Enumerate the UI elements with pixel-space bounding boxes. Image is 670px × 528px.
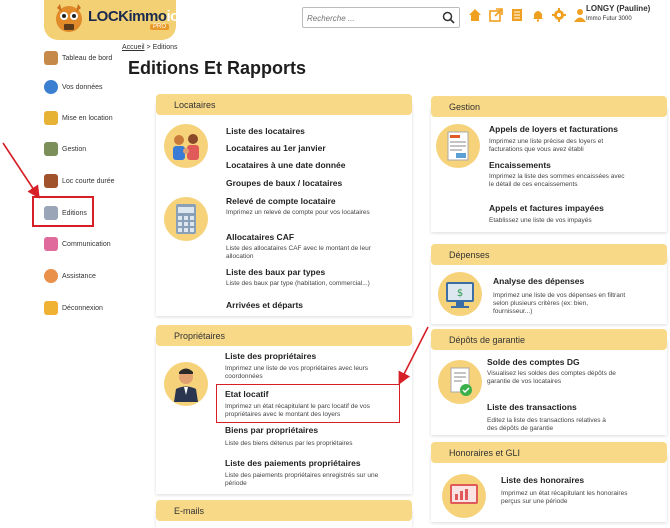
suitcase-icon bbox=[44, 174, 58, 188]
link-encaissements[interactable]: Encaissements bbox=[489, 160, 551, 170]
link-baux-par-types[interactable]: Liste des baux par types bbox=[226, 267, 325, 277]
mascot-icon bbox=[56, 4, 82, 32]
sidebar-item-gestion[interactable]: Gestion bbox=[44, 142, 86, 156]
fees-illustration-icon bbox=[442, 474, 486, 518]
link-analyse-depenses[interactable]: Analyse des dépenses bbox=[493, 276, 584, 286]
sidebar-item-label: Vos données bbox=[62, 83, 103, 91]
honoraires-header: Honoraires et GLI bbox=[431, 442, 667, 463]
link-allocataires-caf[interactable]: Allocataires CAF bbox=[226, 232, 294, 242]
bell-icon[interactable] bbox=[531, 8, 545, 22]
locataires-header: Locataires bbox=[156, 94, 412, 115]
sidebar-item-deconnexion[interactable]: Déconnexion bbox=[44, 301, 103, 315]
sidebar-item-label: Tableau de bord bbox=[62, 54, 113, 62]
sidebar-item-loc-courte-duree[interactable]: Loc courte durée bbox=[44, 174, 115, 188]
header-icons bbox=[468, 8, 587, 22]
annotation-box-etat-locatif bbox=[216, 384, 400, 423]
sidebar-item-assistance[interactable]: Assistance bbox=[44, 269, 96, 283]
user-info[interactable]: LONGY (Pauline) Immo Futur 3000 bbox=[586, 4, 650, 22]
user-icon[interactable] bbox=[573, 8, 587, 22]
link-appels-loyers[interactable]: Appels de loyers et facturations bbox=[489, 124, 618, 134]
top-header: LOCKimmoio PRO LONGY (Pauline) Immo Futu… bbox=[0, 0, 670, 40]
search-icon[interactable] bbox=[442, 11, 455, 24]
user-name: LONGY (Pauline) bbox=[586, 4, 651, 13]
support-icon bbox=[44, 269, 58, 283]
link-paiements-proprietaires[interactable]: Liste des paiements propriétaires bbox=[225, 458, 361, 468]
document-icon[interactable] bbox=[510, 8, 524, 22]
link-locataires-date[interactable]: Locataires à une date donnée bbox=[226, 160, 346, 170]
link-locataires-1er-janvier[interactable]: Locataires au 1er janvier bbox=[226, 143, 326, 153]
depenses-header: Dépenses bbox=[431, 244, 667, 265]
desc-baux-par-types: Liste des baux par type (habitation, com… bbox=[226, 280, 370, 287]
breadcrumb-current: Editions bbox=[152, 44, 178, 51]
link-liste-locataires[interactable]: Liste des locataires bbox=[226, 126, 305, 136]
logo-badge: PRO bbox=[150, 24, 170, 30]
sidebar-item-label: Mise en location bbox=[62, 114, 113, 122]
breadcrumb-home[interactable]: Accueil bbox=[122, 44, 145, 51]
search-input[interactable] bbox=[303, 9, 433, 28]
page-title: Editions Et Rapports bbox=[128, 58, 307, 78]
chat-icon bbox=[44, 237, 58, 251]
desc-liste-proprietaires: Imprimez une liste de vos propriétaires … bbox=[225, 365, 369, 380]
invoice-illustration-icon bbox=[436, 124, 480, 168]
link-biens-par-proprietaires[interactable]: Biens par propriétaires bbox=[225, 425, 318, 435]
desc-liste-transactions: Editez la liste des transactions relativ… bbox=[487, 417, 606, 432]
gear-icon[interactable] bbox=[552, 8, 566, 22]
expense-analysis-illustration-icon: $ bbox=[438, 272, 482, 316]
external-link-icon[interactable] bbox=[489, 8, 503, 22]
link-solde-comptes-dg[interactable]: Solde des comptes DG bbox=[487, 357, 580, 367]
sidebar-item-label: Loc courte durée bbox=[62, 177, 115, 185]
desc-paiements-proprietaires: Liste des paiements propriétaires enregi… bbox=[225, 472, 379, 487]
dashboard-icon bbox=[44, 51, 58, 65]
sidebar-item-label: Déconnexion bbox=[62, 304, 103, 312]
link-arrivees-departs[interactable]: Arrivées et départs bbox=[226, 300, 303, 310]
breadcrumb-separator: > bbox=[146, 44, 151, 51]
logo[interactable]: LOCKimmoio PRO bbox=[44, 0, 179, 40]
desc-analyse-depenses: Imprimez une liste de vos dépenses en fi… bbox=[493, 292, 626, 315]
link-liste-transactions[interactable]: Liste des transactions bbox=[487, 402, 577, 412]
logo-suffix: io bbox=[166, 8, 180, 25]
sidebar-item-communication[interactable]: Communication bbox=[44, 237, 111, 251]
proprietaires-header: Propriétaires bbox=[156, 325, 412, 346]
logo-text: LOCKimmoio bbox=[88, 8, 179, 25]
search-box bbox=[302, 7, 460, 28]
logout-icon bbox=[44, 301, 58, 315]
gestion-header: Gestion bbox=[431, 96, 667, 117]
management-icon bbox=[44, 142, 58, 156]
desc-encaissements: Imprimez la liste des sommes encaissées … bbox=[489, 173, 625, 188]
home-icon[interactable] bbox=[468, 8, 482, 22]
user-org: Immo Futur 3000 bbox=[586, 16, 632, 22]
sidebar-item-label: Gestion bbox=[62, 145, 87, 153]
sidebar-item-mise-en-location[interactable]: Mise en location bbox=[44, 111, 113, 125]
link-factures-impayees[interactable]: Appels et factures impayées bbox=[489, 203, 604, 213]
desc-factures-impayees: Etablissez une liste de vos impayés bbox=[489, 217, 592, 224]
family-illustration-icon bbox=[164, 124, 208, 168]
owner-illustration-icon bbox=[164, 362, 208, 406]
link-groupes-baux[interactable]: Groupes de baux / locataires bbox=[226, 178, 342, 188]
sidebar-item-label: Assistance bbox=[62, 272, 96, 280]
user-data-icon bbox=[44, 80, 58, 94]
svg-text:$: $ bbox=[457, 288, 463, 299]
breadcrumb: Accueil > Editions bbox=[122, 44, 177, 51]
desc-allocataires-caf: Liste des allocataires CAF avec le monta… bbox=[226, 245, 371, 260]
desc-appels-loyers: Imprimez une liste précise des loyers et… bbox=[489, 138, 604, 153]
arrow-to-editions bbox=[2, 142, 40, 199]
link-releve-compte[interactable]: Relevé de compte locataire bbox=[226, 196, 336, 206]
emails-header: E-mails bbox=[156, 500, 412, 521]
desc-releve-compte: Imprimez un relevé de compte pour vos lo… bbox=[226, 209, 370, 216]
desc-biens-par-proprietaires: Liste des biens détenus par les propriét… bbox=[225, 440, 353, 447]
annotation-box-editions bbox=[32, 196, 94, 227]
desc-solde-comptes-dg: Visualisez les soldes des comptes dépôts… bbox=[487, 370, 616, 385]
calculator-illustration-icon bbox=[164, 197, 208, 241]
sidebar-item-dashboard[interactable]: Tableau de bord bbox=[44, 51, 112, 65]
deposit-illustration-icon bbox=[438, 360, 482, 404]
depots-header: Dépôts de garantie bbox=[431, 329, 667, 350]
link-liste-honoraires[interactable]: Liste des honoraires bbox=[501, 475, 584, 485]
sidebar-item-vos-donnees[interactable]: Vos données bbox=[44, 80, 102, 94]
link-liste-proprietaires[interactable]: Liste des propriétaires bbox=[225, 351, 316, 361]
sidebar-item-label: Communication bbox=[62, 240, 111, 248]
desc-liste-honoraires: Imprimez un état récapitulant les honora… bbox=[501, 490, 628, 505]
keys-icon bbox=[44, 111, 58, 125]
